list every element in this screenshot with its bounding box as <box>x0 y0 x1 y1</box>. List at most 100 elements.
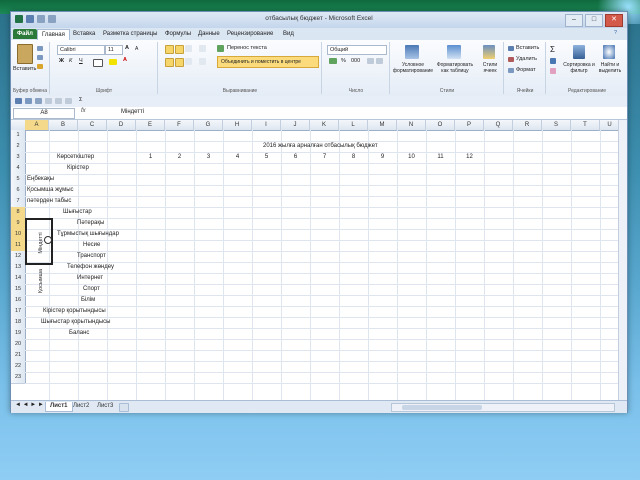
spell-icon[interactable] <box>45 98 52 104</box>
tab-review[interactable]: Рецензирование <box>223 29 277 39</box>
cell-kos-jumys[interactable]: Қосымша жұмыс <box>27 185 74 196</box>
sum-mini-icon[interactable]: Σ <box>79 97 82 103</box>
number-format-select[interactable]: Общий <box>327 45 387 55</box>
column-header[interactable]: H <box>223 120 252 131</box>
format-as-table-icon[interactable] <box>447 45 461 59</box>
cell-kosymsha[interactable]: Қосымша <box>38 261 44 301</box>
font-size-select[interactable]: 11 <box>105 45 123 55</box>
fx-icon[interactable]: fx <box>81 108 86 114</box>
column-header[interactable]: N <box>397 120 426 131</box>
column-header[interactable]: L <box>339 120 368 131</box>
cell-balans[interactable]: Баланс <box>69 328 89 339</box>
fill-color-icon[interactable] <box>109 59 117 65</box>
decimal-increase-icon[interactable] <box>367 58 374 64</box>
print-icon[interactable] <box>25 98 32 104</box>
column-header[interactable]: U <box>600 120 620 131</box>
maximize-button[interactable]: □ <box>585 14 603 27</box>
tab-home[interactable]: Главная <box>37 29 70 40</box>
column-header[interactable]: K <box>310 120 339 131</box>
preview-icon[interactable] <box>35 98 42 104</box>
format-painter-icon[interactable] <box>37 64 43 69</box>
tab-data[interactable]: Данные <box>194 29 224 39</box>
cell-kiris-total[interactable]: Кірістер қорытындысы <box>43 306 106 317</box>
cell-month[interactable]: 2 <box>165 152 194 163</box>
cell-month[interactable]: 3 <box>194 152 223 163</box>
tab-insert[interactable]: Вставка <box>69 29 99 39</box>
cell-month[interactable]: 9 <box>368 152 397 163</box>
cell-month[interactable]: 11 <box>426 152 455 163</box>
format-cells-button[interactable]: Формат <box>516 67 536 73</box>
font-name-select[interactable]: Calibri <box>57 45 105 55</box>
row-header[interactable]: 23 <box>11 372 26 384</box>
orientation-icon[interactable] <box>199 45 206 52</box>
undo-mini-icon[interactable] <box>55 98 62 104</box>
cell-shygys[interactable]: Шығыстар <box>63 207 92 218</box>
sheet-tab-2[interactable]: Лист2 <box>69 402 93 411</box>
name-box[interactable]: A8 <box>13 108 75 119</box>
column-header[interactable]: D <box>107 120 136 131</box>
conditional-format-icon[interactable] <box>405 45 419 59</box>
cell-month[interactable]: 8 <box>339 152 368 163</box>
cell-expense[interactable]: Несие <box>83 240 100 251</box>
wrap-text-icon[interactable] <box>217 45 224 52</box>
new-sheet-icon[interactable] <box>119 403 129 412</box>
cell-kiris[interactable]: Кірістер <box>67 163 89 174</box>
column-header[interactable]: J <box>281 120 310 131</box>
sort-filter-icon[interactable] <box>573 45 585 59</box>
currency-icon[interactable] <box>329 58 337 64</box>
cell-month[interactable]: 6 <box>281 152 310 163</box>
align-right-icon[interactable] <box>185 58 192 65</box>
tab-page-layout[interactable]: Разметка страницы <box>99 29 161 39</box>
delete-cells-button[interactable]: Удалить <box>516 56 537 62</box>
shrink-font-icon[interactable]: A <box>135 46 138 52</box>
column-header[interactable]: E <box>136 120 165 131</box>
cell-styles-button[interactable]: Стили ячеек <box>477 62 503 74</box>
column-header[interactable]: S <box>542 120 571 131</box>
align-left-icon[interactable] <box>165 58 174 67</box>
font-color-icon[interactable]: A <box>123 57 127 63</box>
column-header[interactable]: P <box>455 120 484 131</box>
worksheet-grid[interactable]: ABCDEFGHIJKLMNOPQRSTU 1 2 3 4 5 6 7 8 9 10 11 12 13 1… <box>11 120 627 400</box>
italic-icon[interactable]: К <box>69 58 72 64</box>
insert-cells-icon[interactable] <box>508 46 514 51</box>
column-header[interactable]: F <box>165 120 194 131</box>
autosum-icon[interactable]: Σ <box>550 45 555 54</box>
paste-button[interactable]: Вставить <box>13 66 36 72</box>
vertical-scrollbar[interactable] <box>618 120 627 400</box>
cell-month[interactable]: 5 <box>252 152 281 163</box>
wrap-text-button[interactable]: Перенос текста <box>227 45 267 51</box>
cut-icon[interactable] <box>37 46 43 51</box>
column-header[interactable]: C <box>78 120 107 131</box>
copy-icon[interactable] <box>37 55 43 60</box>
align-top-icon[interactable] <box>165 45 174 54</box>
tab-file[interactable]: Файл <box>13 29 37 39</box>
cell-expense[interactable]: Пәтерақы <box>77 218 104 229</box>
cell-month[interactable]: 10 <box>397 152 426 163</box>
align-middle-icon[interactable] <box>175 45 184 54</box>
insert-cells-button[interactable]: Вставить <box>516 45 539 51</box>
format-as-table-button[interactable]: Форматировать как таблицу <box>435 62 475 74</box>
borders-icon[interactable] <box>93 59 103 67</box>
merge-center-button[interactable]: Объединить и поместить в центре <box>217 56 319 68</box>
tab-view[interactable]: Вид <box>279 29 298 39</box>
redo-mini-icon[interactable] <box>65 98 72 104</box>
cell-pater[interactable]: пәтерден табыс <box>27 196 71 207</box>
clear-icon[interactable] <box>550 68 556 74</box>
indent-icon[interactable] <box>199 58 206 65</box>
cell-expense[interactable]: Транспорт <box>77 251 106 262</box>
paste-icon[interactable] <box>17 44 33 64</box>
cell-expense[interactable]: Интернет <box>77 273 103 284</box>
column-header[interactable]: O <box>426 120 455 131</box>
cell-month[interactable]: 4 <box>223 152 252 163</box>
column-header[interactable]: B <box>49 120 78 131</box>
bold-icon[interactable]: Ж <box>59 58 64 64</box>
column-header[interactable]: A <box>25 120 49 131</box>
sort-filter-button[interactable]: Сортировка и фильтр <box>561 62 597 74</box>
cell-shygys-total[interactable]: Шығыстар қорытындысы <box>41 317 110 328</box>
cell-expense[interactable]: Білім <box>81 295 95 306</box>
column-header[interactable]: Q <box>484 120 513 131</box>
column-header[interactable]: T <box>571 120 600 131</box>
format-cells-icon[interactable] <box>508 68 514 73</box>
cell-expense[interactable]: Телефон жөндеу <box>67 262 114 273</box>
column-header[interactable]: M <box>368 120 397 131</box>
